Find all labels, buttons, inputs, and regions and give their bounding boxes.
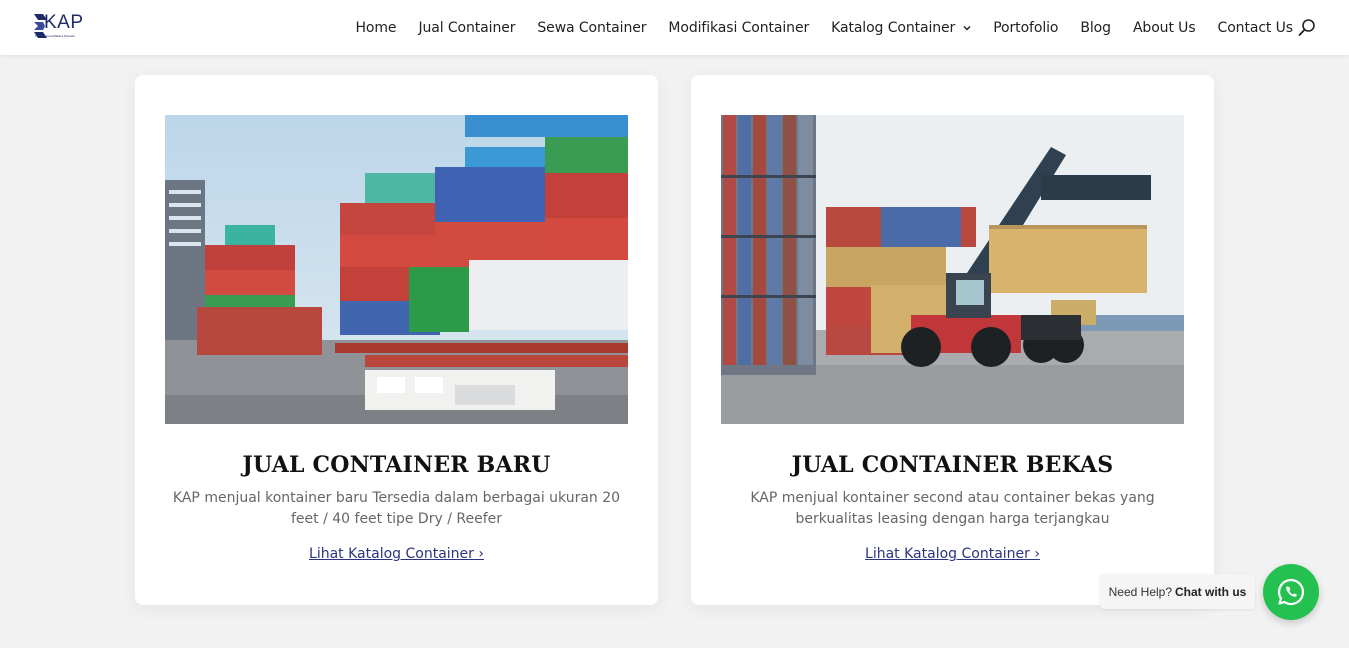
site-header: KAP PT. Karunia Adhikara Perkasa Home Ju… — [0, 0, 1349, 55]
help-prompt: Need Help? — [1108, 584, 1173, 599]
nav-item-label: About Us — [1132, 19, 1196, 36]
brand-tagline: PT. Karunia Adhikara Perkasa — [35, 34, 75, 38]
nav-item-contact-us[interactable]: Contact Us — [1217, 19, 1294, 36]
nav-item-label: Modifikasi Container — [668, 19, 810, 36]
nav-item-modifikasi-container[interactable]: Modifikasi Container — [668, 20, 809, 36]
brand-name[interactable]: KAP — [44, 13, 84, 33]
nav-item-label: Blog — [1080, 19, 1111, 36]
view-catalog-link[interactable]: Lihat Katalog Container › — [691, 546, 1214, 562]
whatsapp-chat-label[interactable]: Need Help? Chat with us — [1100, 574, 1255, 609]
card-description: KAP menjual kontainer baru Tersedia dala… — [172, 490, 621, 527]
main-nav: Home Jual Container Sewa Container Modif… — [334, 0, 1294, 55]
nav-item-jual-container[interactable]: Jual Container — [418, 20, 515, 36]
nav-item-label: Sewa Container — [537, 19, 647, 36]
nav-item-home[interactable]: Home — [356, 20, 397, 36]
product-card-used-container: JUAL CONTAINER BEKAS KAP menjual kontain… — [691, 75, 1214, 605]
view-catalog-link[interactable]: Lihat Katalog Container › — [135, 546, 658, 562]
product-card-new-container: JUAL CONTAINER BARU KAP menjual kontaine… — [135, 75, 658, 605]
whatsapp-chat-button[interactable] — [1263, 564, 1319, 620]
nav-item-label: Home — [355, 19, 397, 36]
stacked-containers-photo — [165, 115, 628, 424]
nav-item-sewa-container[interactable]: Sewa Container — [537, 20, 646, 36]
whatsapp-icon — [1277, 578, 1305, 606]
card-title: JUAL CONTAINER BEKAS — [791, 452, 1114, 478]
reach-stacker-photo — [721, 115, 1184, 424]
nav-item-label: Contact Us — [1217, 19, 1294, 36]
nav-item-label: Portofolio — [993, 19, 1059, 36]
nav-item-label: Katalog Container — [831, 19, 956, 36]
chevron-down-icon — [963, 25, 971, 31]
nav-item-portofolio[interactable]: Portofolio — [993, 20, 1058, 36]
search-icon[interactable] — [1297, 18, 1317, 38]
nav-item-katalog-container[interactable]: Katalog Container — [831, 20, 971, 36]
nav-item-blog[interactable]: Blog — [1080, 20, 1111, 36]
card-title: JUAL CONTAINER BARU — [242, 452, 551, 478]
chat-action: Chat with us — [1175, 584, 1247, 599]
card-description: KAP menjual kontainer second atau contai… — [750, 490, 1155, 527]
nav-item-label: Jual Container — [418, 19, 516, 36]
nav-item-about-us[interactable]: About Us — [1133, 20, 1196, 36]
